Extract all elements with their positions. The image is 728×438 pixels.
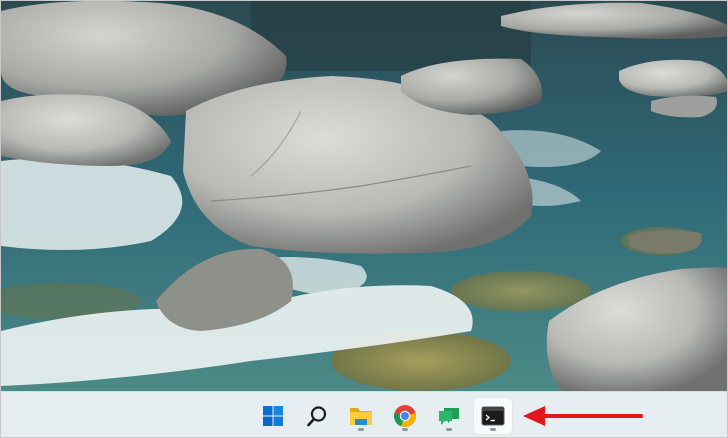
red-arrow-annotation — [523, 406, 643, 426]
chrome-icon — [394, 405, 416, 428]
start-button[interactable] — [254, 398, 292, 434]
running-indicator — [358, 428, 364, 431]
terminal-icon — [481, 406, 505, 426]
running-indicator — [446, 428, 452, 431]
chat-icon — [439, 408, 459, 425]
file-explorer-button[interactable] — [342, 398, 380, 434]
desktop-wallpaper — [1, 1, 727, 391]
chat-button[interactable] — [430, 398, 468, 434]
windows-start-icon — [263, 406, 283, 426]
file-explorer-icon — [350, 408, 372, 425]
terminal-button[interactable] — [474, 398, 512, 434]
search-icon — [307, 406, 327, 427]
running-indicator — [402, 428, 408, 431]
desktop-screen — [0, 0, 728, 438]
running-indicator — [490, 428, 496, 431]
search-button[interactable] — [298, 398, 336, 434]
chrome-button[interactable] — [386, 398, 424, 434]
